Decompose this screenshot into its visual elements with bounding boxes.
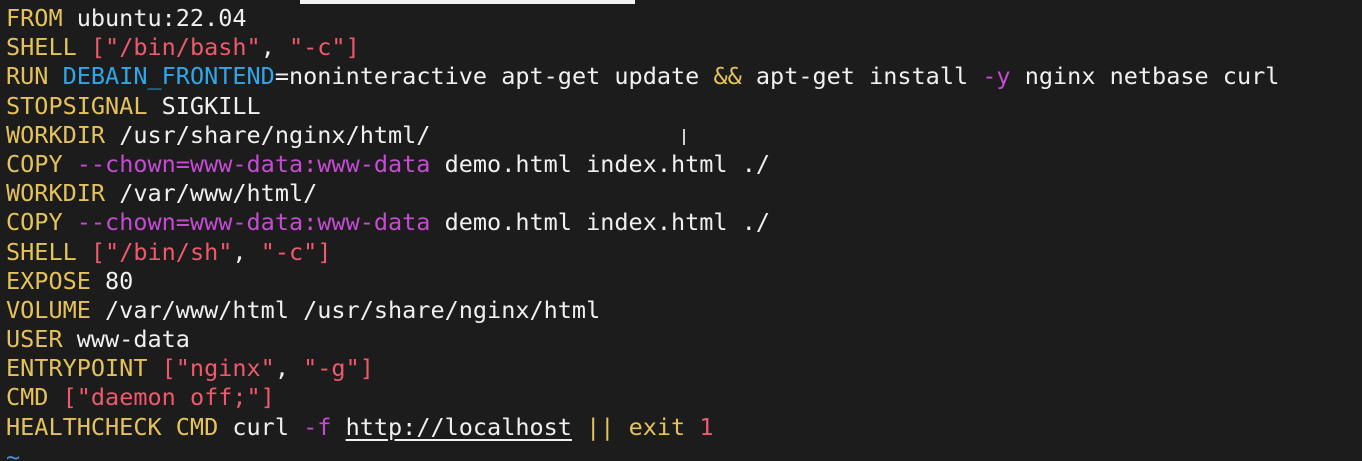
code-token-kw: FROM — [6, 4, 63, 32]
code-token-kw: WORKDIR — [6, 120, 106, 149]
code-token-var: DEBAIN_FRONTEND — [62, 62, 275, 91]
code-token-txt: www-data — [62, 325, 190, 354]
code-token-str: "-c"] — [288, 33, 360, 62]
code-token-kw: CMD — [6, 383, 49, 412]
code-token-txt: =noninteractive apt-get update — [274, 62, 714, 91]
code-token-txt: /var/www/html/ — [105, 179, 318, 208]
code-line[interactable]: WORKDIR /var/www/html/ — [6, 179, 1279, 208]
code-token-txt: apt-get install — [741, 62, 983, 91]
code-token-txt: nginx netbase curl — [1010, 62, 1280, 91]
code-token-kw: ENTRYPOINT — [6, 354, 148, 383]
code-token-flag: -y — [982, 62, 1011, 91]
code-token-str: ["/bin/sh" — [90, 237, 233, 266]
code-token-str: "-g"] — [303, 354, 374, 383]
code-line[interactable]: EXPOSE 80 — [6, 267, 1279, 296]
code-line[interactable]: SHELL ["/bin/bash", "-c"] — [6, 33, 1279, 62]
code-token-kw: WORKDIR — [6, 179, 106, 208]
code-token-str: "-c"] — [260, 237, 332, 266]
code-token-flag: --chown=www-data:www-data — [76, 149, 431, 178]
code-line[interactable]: ENTRYPOINT ["nginx", "-g"] — [6, 354, 1279, 383]
code-token-txt: , — [274, 354, 304, 383]
code-line[interactable]: USER www-data — [6, 325, 1279, 354]
code-token-txt: demo.html index.html ./ — [430, 208, 771, 237]
code-token-flag: --chown=www-data:www-data — [76, 208, 431, 237]
code-token-kw: EXPOSE — [6, 266, 91, 295]
code-token-kw: SHELL — [6, 237, 77, 266]
code-token-txt: 80 — [90, 266, 134, 295]
code-token-op: && — [713, 62, 742, 91]
code-line[interactable]: COPY --chown=www-data:www-data demo.html… — [6, 208, 1279, 237]
code-token-str: ["/bin/bash" — [90, 33, 261, 62]
code-line[interactable]: WORKDIR /usr/share/nginx/html/ — [6, 121, 1279, 150]
code-line[interactable]: STOPSIGNAL SIGKILL — [6, 92, 1279, 121]
code-line[interactable]: SHELL ["/bin/sh", "-c"] — [6, 238, 1279, 267]
code-line[interactable]: FROM ubuntu:22.04 — [6, 4, 1279, 33]
terminal-window: FROM ubuntu:22.04 SHELL ["/bin/bash", "-c… — [0, 0, 1362, 461]
code-line[interactable]: CMD ["daemon off;"] — [6, 383, 1279, 412]
code-token-kw: RUN — [6, 62, 49, 91]
code-token-txt: /usr/share/nginx/html/ — [105, 120, 431, 149]
code-token-kw: STOPSIGNAL — [6, 91, 148, 120]
code-token-flag: -f — [303, 412, 332, 441]
code-token-kw: USER — [6, 325, 63, 354]
code-token-txt: ubuntu:22.04 — [62, 4, 247, 32]
code-line[interactable]: COPY --chown=www-data:www-data demo.html… — [6, 150, 1279, 179]
code-line[interactable]: RUN DEBAIN_FRONTEND=noninteractive apt-g… — [6, 62, 1279, 91]
dockerfile-editor[interactable]: FROM ubuntu:22.04 SHELL ["/bin/bash", "-c… — [6, 4, 1279, 442]
code-token-kw: exit — [628, 412, 686, 441]
text-cursor-icon — [680, 129, 688, 145]
code-token-txt: /var/www/html /usr/share/nginx/html — [90, 295, 601, 324]
code-line[interactable]: VOLUME /var/www/html /usr/share/nginx/ht… — [6, 296, 1279, 325]
code-token-op: || — [586, 412, 615, 441]
code-line[interactable]: HEALTHCHECK CMD curl -f http://localhost… — [6, 413, 1279, 442]
code-token-str: ["daemon off;"] — [62, 383, 275, 412]
code-token-txt: demo.html index.html ./ — [430, 149, 771, 178]
code-token-num: 1 — [699, 412, 714, 441]
code-token-url[interactable]: http://localhost — [346, 413, 572, 441]
code-token-txt: SIGKILL — [147, 91, 261, 120]
empty-line-tilde: ~ — [6, 443, 21, 461]
code-token-kw: COPY — [6, 149, 63, 178]
code-token-kw: HEALTHCHECK CMD — [6, 412, 219, 441]
code-token-txt: , — [232, 237, 261, 266]
code-token-kw: COPY — [6, 208, 63, 237]
code-token-kw: VOLUME — [6, 295, 91, 324]
code-token-txt: curl — [218, 412, 304, 441]
code-token-kw: SHELL — [6, 33, 77, 62]
code-token-str: ["nginx" — [161, 354, 275, 383]
code-token-txt: , — [260, 33, 289, 62]
